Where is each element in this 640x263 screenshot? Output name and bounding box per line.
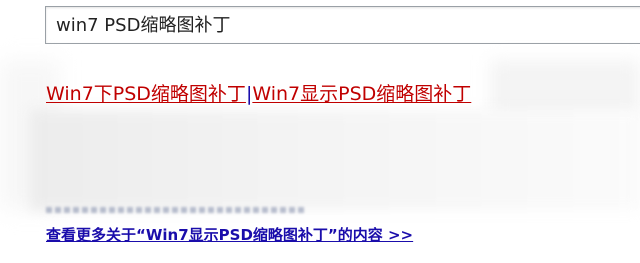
blurred-text-fragment bbox=[46, 207, 306, 213]
search-input[interactable]: win7 PSD缩略图补丁 bbox=[56, 14, 230, 38]
result-title: Win7下PSD缩略图补丁|Win7显示PSD缩略图补丁 bbox=[46, 82, 471, 106]
result-title-link-1[interactable]: Win7下PSD缩略图补丁 bbox=[46, 83, 246, 105]
more-results-link[interactable]: 查看更多关于“Win7显示PSD缩略图补丁”的内容 >> bbox=[46, 225, 413, 245]
search-box[interactable]: win7 PSD缩略图补丁 bbox=[45, 6, 640, 44]
result-title-link-2[interactable]: Win7显示PSD缩略图补丁 bbox=[252, 83, 471, 105]
blurred-result-snippet bbox=[30, 110, 640, 210]
